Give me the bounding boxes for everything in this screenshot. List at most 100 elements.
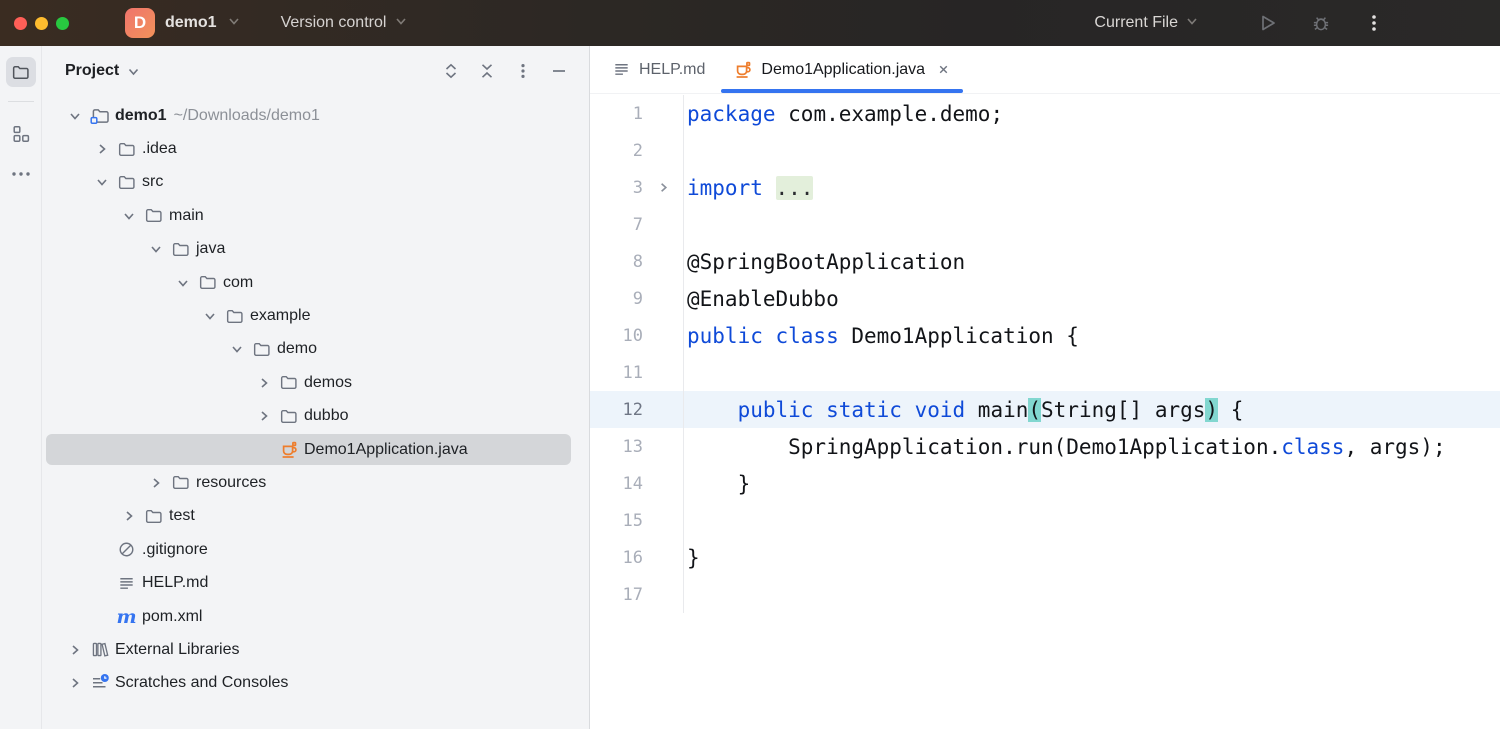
tree-item-help-md[interactable]: HELP.md <box>42 566 589 599</box>
code-line-7[interactable]: 7 <box>590 206 1500 243</box>
code-line-9[interactable]: 9@EnableDubbo <box>590 280 1500 317</box>
gutter: 12 <box>590 391 684 428</box>
code-text: public class Demo1Application { <box>684 324 1079 348</box>
tree-item-main[interactable]: main <box>42 199 589 232</box>
code-line-12[interactable]: 12 public static void main(String[] args… <box>590 391 1500 428</box>
window-close-button[interactable] <box>14 17 27 30</box>
code-line-1[interactable]: 1package com.example.demo; <box>590 95 1500 132</box>
line-number: 11 <box>590 363 643 383</box>
expand-all-icon[interactable] <box>441 61 461 81</box>
tree-item-dubbo[interactable]: dubbo <box>42 400 589 433</box>
folder-icon <box>276 373 301 392</box>
code-line-13[interactable]: 13 SpringApplication.run(Demo1Applicatio… <box>590 428 1500 465</box>
line-number: 8 <box>590 252 643 272</box>
tree-item-gitignore[interactable]: .gitignore <box>42 533 589 566</box>
java-class-icon <box>733 60 753 80</box>
project-widget[interactable]: D demo1 <box>125 8 241 38</box>
code-line-3[interactable]: 3import ... <box>590 169 1500 206</box>
code-line-14[interactable]: 14 } <box>590 465 1500 502</box>
line-number: 13 <box>590 437 643 457</box>
code-line-8[interactable]: 8@SpringBootApplication <box>590 243 1500 280</box>
tree-item-idea[interactable]: .idea <box>42 132 589 165</box>
folder-icon <box>168 240 193 259</box>
code-editor[interactable]: 1package com.example.demo;23import ...78… <box>590 94 1500 729</box>
fold-arrow-icon[interactable] <box>656 180 671 195</box>
window-controls <box>0 17 69 30</box>
chevron-down-icon[interactable] <box>89 174 114 190</box>
more-options-icon[interactable] <box>1366 13 1382 33</box>
chevron-down-icon[interactable] <box>116 208 141 224</box>
run-icon[interactable] <box>1255 11 1279 35</box>
code-text: import ... <box>684 176 813 200</box>
close-icon[interactable] <box>936 62 951 77</box>
tree-item-label: test <box>169 507 195 525</box>
external-libraries-icon <box>87 640 112 659</box>
hide-panel-icon[interactable] <box>549 61 569 81</box>
tree-item-label: .gitignore <box>142 541 208 559</box>
folder-icon <box>141 507 166 526</box>
folder-icon <box>141 206 166 225</box>
chevron-down-icon[interactable] <box>224 341 249 357</box>
run-configuration-widget[interactable]: Current File <box>1094 14 1199 33</box>
window-zoom-button[interactable] <box>56 17 69 30</box>
chevron-right-icon[interactable] <box>62 675 87 691</box>
debug-icon[interactable] <box>1309 11 1333 35</box>
more-tools-icon[interactable] <box>10 170 32 178</box>
tree-item-label: demo1 <box>115 107 167 125</box>
chevron-right-icon[interactable] <box>251 408 276 424</box>
code-line-15[interactable]: 15 <box>590 502 1500 539</box>
code-line-11[interactable]: 11 <box>590 354 1500 391</box>
version-control-widget[interactable]: Version control <box>281 14 409 33</box>
project-folder-icon <box>87 106 112 126</box>
chevron-down-icon <box>227 14 241 33</box>
java-class-icon <box>276 440 301 460</box>
project-panel-header: Project <box>42 46 589 96</box>
structure-tool-icon[interactable] <box>11 124 31 144</box>
chevron-down-icon[interactable] <box>197 308 222 324</box>
more-actions-icon[interactable] <box>513 61 533 81</box>
chevron-right-icon[interactable] <box>143 475 168 491</box>
chevron-right-icon[interactable] <box>116 508 141 524</box>
code-line-2[interactable]: 2 <box>590 132 1500 169</box>
tree-item-demo1application-java[interactable]: Demo1Application.java <box>42 433 589 466</box>
panel-title[interactable]: Project <box>65 62 119 80</box>
project-tool-icon[interactable] <box>6 57 36 87</box>
chevron-right-icon[interactable] <box>62 642 87 658</box>
chevron-right-icon[interactable] <box>89 141 114 157</box>
folder-icon <box>276 407 301 426</box>
chevron-down-icon[interactable] <box>170 275 195 291</box>
tree-item-resources[interactable]: resources <box>42 466 589 499</box>
tree-item-src[interactable]: src <box>42 166 589 199</box>
tree-item-scratches-and-consoles[interactable]: Scratches and Consoles <box>42 667 589 700</box>
folder-icon <box>222 307 247 326</box>
line-number: 12 <box>590 400 643 420</box>
chevron-down-icon[interactable] <box>126 64 141 79</box>
code-text: package com.example.demo; <box>684 102 1003 126</box>
code-line-17[interactable]: 17 <box>590 576 1500 613</box>
chevron-right-icon[interactable] <box>251 375 276 391</box>
markdown-file-icon <box>612 60 631 79</box>
collapse-all-icon[interactable] <box>477 61 497 81</box>
tree-item-java[interactable]: java <box>42 233 589 266</box>
window-minimize-button[interactable] <box>35 17 48 30</box>
gutter: 2 <box>590 132 684 169</box>
tree-item-demo[interactable]: demo <box>42 333 589 366</box>
folder-icon <box>195 273 220 292</box>
code-line-16[interactable]: 16} <box>590 539 1500 576</box>
tree-item-demos[interactable]: demos <box>42 366 589 399</box>
tab-label: HELP.md <box>639 61 705 79</box>
tree-item-external-libraries[interactable]: External Libraries <box>42 633 589 666</box>
tree-item-com[interactable]: com <box>42 266 589 299</box>
chevron-down-icon[interactable] <box>62 108 87 124</box>
folder-icon <box>114 173 139 192</box>
tab-demo1application-java[interactable]: Demo1Application.java <box>719 46 965 93</box>
tree-item-pom-xml[interactable]: mpom.xml <box>42 600 589 633</box>
tree-item-example[interactable]: example <box>42 299 589 332</box>
chevron-down-icon[interactable] <box>143 241 168 257</box>
tab-help-md[interactable]: HELP.md <box>598 46 719 93</box>
tree-item-demo1[interactable]: demo1~/Downloads/demo1 <box>42 99 589 132</box>
project-tool-window: Project demo1~/Downloads/demo1.ideasrcma… <box>42 46 590 729</box>
tree-item-test[interactable]: test <box>42 500 589 533</box>
code-line-10[interactable]: 10public class Demo1Application { <box>590 317 1500 354</box>
code-text: @EnableDubbo <box>684 287 839 311</box>
